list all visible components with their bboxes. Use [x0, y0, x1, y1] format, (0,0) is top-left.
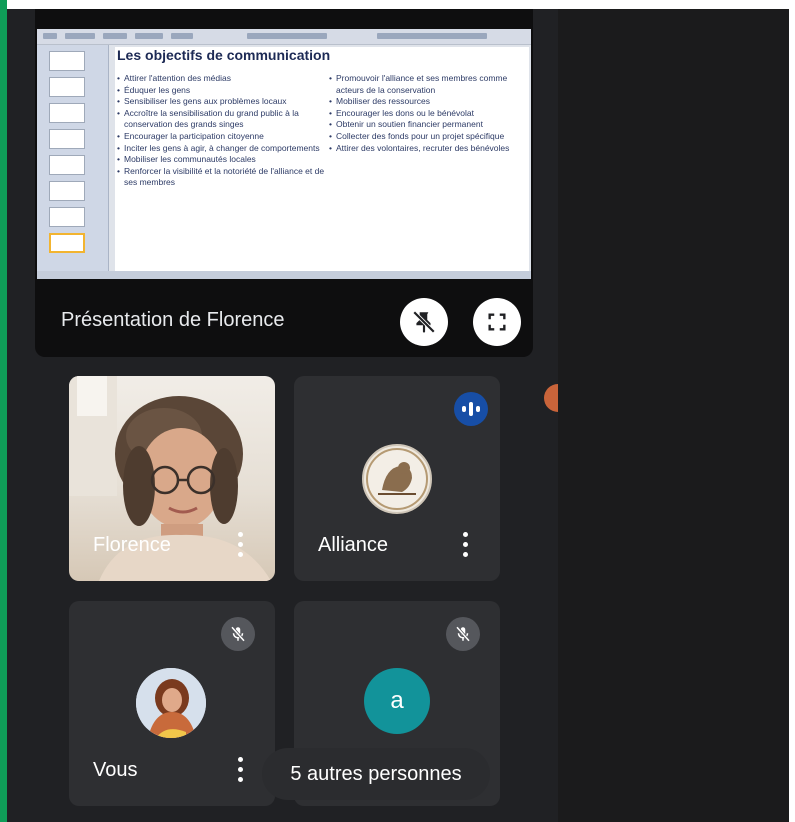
side-panel-area [558, 9, 795, 822]
user-photo-icon [136, 668, 206, 738]
ppt-ribbon [37, 29, 531, 45]
slide-bullet: Encourager les dons ou le bénévolat [329, 108, 527, 120]
slide-bullet: Accroître la sensibilisation du grand pu… [117, 108, 329, 131]
top-edge [7, 0, 795, 9]
more-options-button[interactable] [460, 529, 470, 559]
mic-off-icon [221, 617, 255, 651]
slide: Les objectifs de communication Attirer l… [115, 47, 529, 271]
presentation-label: Présentation de Florence [61, 309, 285, 331]
participant-tile-alliance[interactable]: Alliance [294, 376, 500, 581]
slide-bullet: Inciter les gens à agir, à changer de co… [117, 143, 329, 155]
more-options-button[interactable] [235, 529, 245, 559]
slide-bullet: Attirer l'attention des médias [117, 73, 329, 85]
shared-screen: Les objectifs de communication Attirer l… [37, 29, 531, 279]
participant-name: Vous [93, 759, 138, 781]
dot [462, 531, 468, 537]
presentation-tile[interactable]: Les objectifs de communication Attirer l… [35, 9, 533, 357]
slide-bullet: Encourager la participation citoyenne [117, 131, 329, 143]
avatar-letter: a [390, 687, 404, 714]
slide-bullets-left: Attirer l'attention des médias Éduquer l… [117, 73, 329, 189]
mic-off-icon [446, 617, 480, 651]
slide-bullet: Mobiliser des ressources [329, 96, 527, 108]
slide-bullet: Collecter des fonds pour un projet spéci… [329, 131, 527, 143]
slide-title: Les objectifs de communication [117, 47, 331, 63]
slide-bullet: Sensibiliser les gens aux problèmes loca… [117, 96, 329, 108]
dot [237, 776, 243, 782]
fullscreen-icon [488, 313, 506, 331]
slide-bullet: Obtenir un soutien financier permanent [329, 119, 527, 131]
slide-bullet: Éduquer les gens [117, 85, 329, 97]
dot [237, 541, 243, 547]
participant-name: Alliance [318, 534, 389, 556]
dot [237, 531, 243, 537]
slide-bullet: Renforcer la visibilité et la notoriété … [117, 166, 329, 189]
dot [462, 541, 468, 547]
dot [237, 766, 243, 772]
fullscreen-button[interactable] [473, 298, 521, 346]
slide-bullet: Mobiliser les communautés locales [117, 154, 329, 166]
slide-bullet: Attirer des volontaires, recruter des bé… [329, 143, 527, 155]
alliance-logo-icon [366, 448, 428, 510]
participant-name: Florence [93, 534, 171, 556]
dot [462, 551, 468, 557]
unpin-icon [412, 310, 436, 334]
more-options-button[interactable] [235, 754, 245, 784]
dot [237, 756, 243, 762]
participant-tile-vous[interactable]: Vous [69, 601, 275, 806]
slide-thumbnails [37, 45, 109, 271]
avatar [362, 444, 432, 514]
dot [237, 551, 243, 557]
other-participants-button[interactable]: 5 autres personnes [262, 748, 490, 800]
window-edge-accent [0, 0, 7, 822]
unpin-button[interactable] [400, 298, 448, 346]
ppt-status-bar [37, 271, 531, 279]
speaking-indicator-icon [454, 392, 488, 426]
slide-bullets-right: Promouvoir l'alliance et ses membres com… [329, 73, 527, 154]
participant-tile-florence[interactable]: Florence [69, 376, 275, 581]
avatar [136, 668, 206, 738]
avatar: a [364, 668, 430, 734]
slide-bullet: Promouvoir l'alliance et ses membres com… [329, 73, 527, 96]
right-edge [789, 0, 795, 822]
